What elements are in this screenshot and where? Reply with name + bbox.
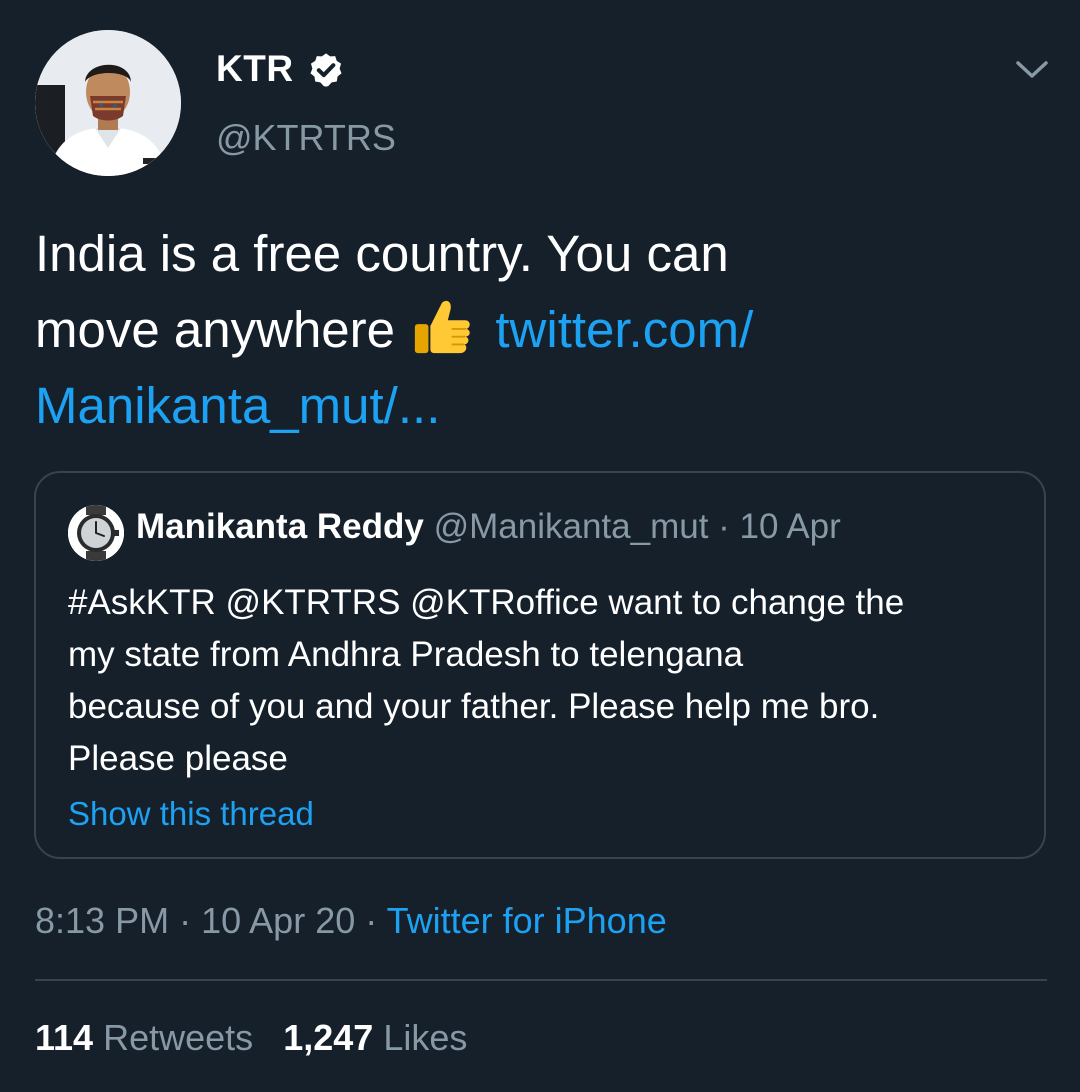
meta-separator: · bbox=[365, 900, 378, 941]
quoted-tweet-header: Manikanta Reddy @Manikanta_mut · 10 Apr bbox=[136, 507, 841, 547]
chevron-down-icon[interactable] bbox=[1012, 55, 1052, 83]
tweet-text: India is a free country. You can move an… bbox=[35, 216, 1045, 444]
retweets-label: Retweets bbox=[103, 1017, 254, 1058]
quoted-separator: · bbox=[718, 507, 730, 546]
tweet-stats: 114 Retweets 1,247 Likes bbox=[35, 1017, 467, 1059]
retweets-count: 114 bbox=[35, 1017, 94, 1058]
quoted-author-name[interactable]: Manikanta Reddy bbox=[136, 507, 424, 546]
likes-count: 1,247 bbox=[283, 1017, 374, 1058]
tweet-link-part2[interactable]: Manikanta_mut/... bbox=[35, 377, 440, 434]
quoted-text-line: my state from Andhra Pradesh to telengan… bbox=[68, 635, 744, 674]
tweet-detail: KTR @KTRTRS India is a free country. You… bbox=[0, 0, 1080, 1092]
quoted-author-handle[interactable]: @Manikanta_mut bbox=[434, 507, 709, 546]
quoted-text-line: #AskKTR @KTRTRS @KTRoffice want to chang… bbox=[68, 583, 905, 622]
author-avatar[interactable] bbox=[35, 30, 181, 176]
verified-badge-icon bbox=[310, 53, 342, 87]
tweet-text-line2: move anywhere bbox=[35, 301, 396, 358]
tweet-link-part1[interactable]: twitter.com/ bbox=[495, 301, 753, 358]
tweet-time[interactable]: 8:13 PM bbox=[35, 900, 169, 941]
quoted-text-line: because of you and your father. Please h… bbox=[68, 687, 880, 726]
tweet-meta: 8:13 PM · 10 Apr 20 · Twitter for iPhone bbox=[35, 900, 667, 942]
author-name[interactable]: KTR bbox=[216, 48, 294, 90]
quoted-date: 10 Apr bbox=[739, 507, 841, 546]
quoted-author-avatar bbox=[68, 505, 124, 561]
likes-label: Likes bbox=[383, 1017, 468, 1058]
quoted-text-line: Please please bbox=[68, 739, 288, 778]
meta-separator: · bbox=[179, 900, 192, 941]
retweets-stat[interactable]: 114 Retweets bbox=[35, 1017, 263, 1058]
tweet-text-line1: India is a free country. You can bbox=[35, 225, 729, 282]
watch-avatar-icon bbox=[68, 505, 124, 561]
quoted-tweet-text: #AskKTR @KTRTRS @KTRoffice want to chang… bbox=[68, 577, 1028, 785]
thumbs-up-icon bbox=[415, 300, 470, 354]
quoted-tweet-card[interactable]: Manikanta Reddy @Manikanta_mut · 10 Apr … bbox=[34, 471, 1046, 859]
likes-stat[interactable]: 1,247 Likes bbox=[283, 1017, 467, 1058]
divider bbox=[35, 979, 1047, 981]
author-avatar-image bbox=[35, 30, 181, 176]
show-thread-link[interactable]: Show this thread bbox=[68, 795, 314, 833]
tweet-source[interactable]: Twitter for iPhone bbox=[387, 900, 667, 941]
tweet-date[interactable]: 10 Apr 20 bbox=[201, 900, 355, 941]
author-handle[interactable]: @KTRTRS bbox=[216, 117, 396, 159]
